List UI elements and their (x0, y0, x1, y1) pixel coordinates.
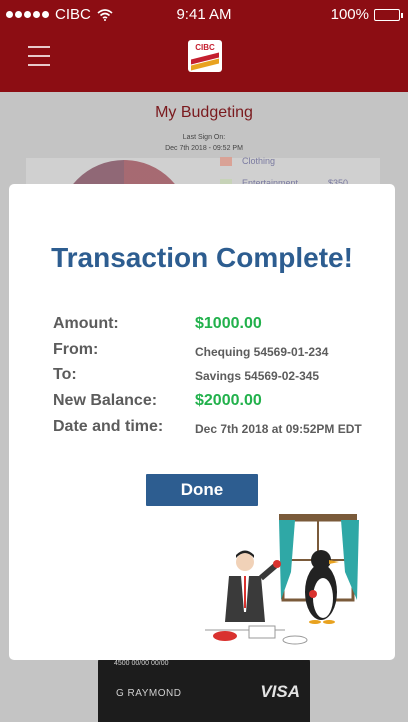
amount-value: $1000.00 (195, 315, 262, 332)
hamburger-icon[interactable] (28, 46, 50, 66)
date-time-value: Dec 7th 2018 at 09:52PM EDT (195, 422, 362, 436)
last-sign-on: Last Sign On: Dec 7th 2018 - 09:52 PM (0, 132, 408, 154)
legend-swatch (220, 156, 232, 166)
status-bar: CIBC 9:41 AM 100% (0, 0, 408, 30)
cibc-logo: CIBC (188, 40, 222, 72)
from-value: Chequing 54569-01-234 (195, 345, 329, 359)
legend-label: Clothing (242, 156, 276, 166)
card-holder-name: G RAYMOND (116, 688, 182, 699)
new-balance-label: New Balance: (53, 392, 158, 409)
nav-bar: CIBC (0, 30, 408, 92)
page-title: My Budgeting (155, 104, 253, 121)
new-balance-value: $2000.00 (195, 392, 262, 409)
to-value: Savings 54569-02-345 (195, 369, 320, 383)
battery-group: 100% (330, 6, 403, 23)
logo-text: CIBC (195, 43, 215, 52)
visa-logo: VISA (260, 682, 300, 701)
transaction-complete-modal: Transaction Complete! Amount: $1000.00 F… (9, 184, 395, 660)
done-button[interactable]: Done (146, 474, 258, 506)
celebration-illustration (205, 514, 359, 645)
last-sign-on-label: Last Sign On: (182, 134, 226, 141)
date-time-label: Date and time: (53, 418, 164, 435)
modal-title: Transaction Complete! (51, 242, 353, 273)
legend-item: Clothing (220, 156, 275, 166)
battery-icon (374, 8, 403, 21)
card-number: 4500 00/00 00/00 (114, 660, 169, 667)
amount-label: Amount: (53, 315, 119, 332)
battery-percent: 100% (330, 6, 369, 23)
last-sign-on-value: Dec 7th 2018 - 09:52 PM (165, 145, 243, 152)
to-label: To: (53, 366, 77, 383)
credit-card-image: 4500 00/00 00/00 G RAYMOND VISA (98, 654, 310, 722)
from-label: From: (53, 341, 99, 358)
